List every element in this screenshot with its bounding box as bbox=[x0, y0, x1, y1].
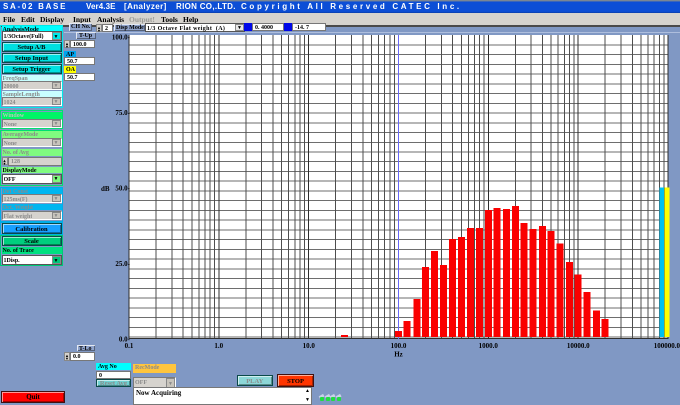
svg-text:75.0-: 75.0- bbox=[115, 109, 130, 117]
svg-text:1000.0: 1000.0 bbox=[479, 342, 499, 350]
svg-text:100000.0: 100000.0 bbox=[654, 342, 680, 350]
svg-text:1.0: 1.0 bbox=[214, 342, 223, 350]
svg-text:100.0-: 100.0- bbox=[112, 34, 131, 42]
svg-text:25.0-: 25.0- bbox=[115, 260, 130, 268]
svg-text:50.0-: 50.0- bbox=[115, 185, 130, 193]
svg-text:10.0: 10.0 bbox=[303, 342, 316, 350]
svg-text:10000.0: 10000.0 bbox=[567, 342, 590, 350]
svg-text:Hz: Hz bbox=[394, 351, 403, 359]
svg-text:100.0: 100.0 bbox=[391, 342, 407, 350]
svg-text:dB: dB bbox=[101, 185, 110, 193]
svg-text:0.1: 0.1 bbox=[125, 342, 134, 350]
